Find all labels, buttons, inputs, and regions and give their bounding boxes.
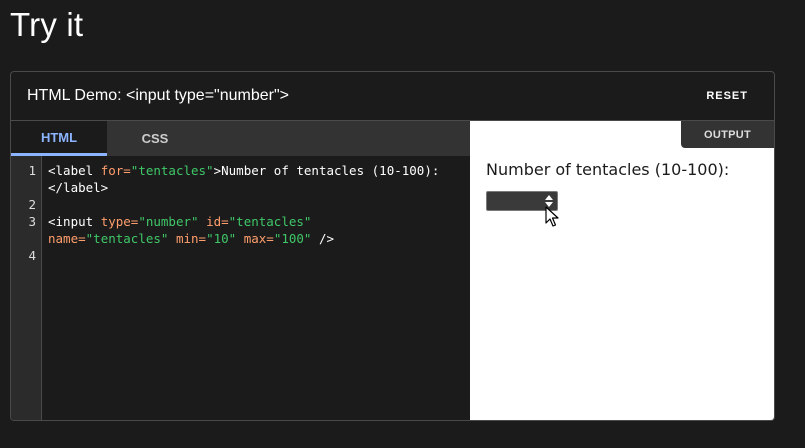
- tab-css[interactable]: CSS: [107, 121, 203, 156]
- code-token: "number": [138, 214, 199, 229]
- page-title: Try it: [10, 6, 84, 43]
- reset-button[interactable]: RESET: [706, 90, 748, 102]
- code-token: <label: [48, 163, 101, 178]
- code-line: </label>: [48, 179, 439, 196]
- code-token: type=: [100, 214, 139, 229]
- code-token: "tentacles": [130, 163, 214, 178]
- code-token: "tentacles": [228, 214, 312, 229]
- code-editor[interactable]: 1 2 3 4 <label for="tentacles">Number of…: [11, 156, 470, 420]
- demo-title: HTML Demo: <input type="number">: [27, 87, 289, 104]
- code-content[interactable]: <label for="tentacles">Number of tentacl…: [42, 156, 439, 420]
- interactive-demo: HTML Demo: <input type="number"> RESET H…: [10, 71, 775, 421]
- output-tab[interactable]: OUTPUT: [681, 121, 774, 148]
- demo-panes: HTML CSS 1 2 3 4 <label for="tentacles">…: [11, 121, 774, 420]
- demo-header: HTML Demo: <input type="number"> RESET: [11, 72, 774, 121]
- code-token: >: [213, 163, 222, 178]
- code-token: "10": [206, 231, 237, 246]
- code-line: <label for="tentacles">Number of tentacl…: [48, 162, 439, 179]
- line-number: 1: [28, 163, 36, 178]
- code-token: <input: [48, 214, 101, 229]
- code-line: <input type="number" id="tentacles": [48, 213, 439, 230]
- line-number: [11, 179, 41, 196]
- code-token: </label>: [48, 180, 109, 195]
- code-token: id=: [206, 214, 229, 229]
- code-token: "tentacles": [85, 231, 169, 246]
- code-token: />: [311, 231, 335, 246]
- line-number: [11, 230, 41, 247]
- editor-tabs: HTML CSS: [11, 121, 470, 156]
- code-token: max=: [243, 231, 274, 246]
- code-line: name="tentacles" min="10" max="100" />: [48, 230, 439, 247]
- line-number: 3: [28, 214, 36, 229]
- mouse-cursor-icon: [545, 206, 559, 227]
- line-number-gutter: 1 2 3 4: [11, 156, 42, 420]
- code-token: Number of tentacles (10-100):: [221, 163, 440, 178]
- code-token: "100": [273, 231, 312, 246]
- code-token: for=: [100, 163, 131, 178]
- tab-html[interactable]: HTML: [11, 121, 107, 156]
- spin-up-icon[interactable]: [545, 195, 553, 200]
- code-token: name=: [48, 231, 86, 246]
- output-pane: OUTPUT Number of tentacles (10-100):: [470, 121, 774, 420]
- line-number: 2: [28, 197, 36, 212]
- tentacles-label: Number of tentacles (10-100):: [486, 160, 730, 179]
- line-number: 4: [28, 248, 36, 263]
- code-token: min=: [175, 231, 207, 246]
- editor-pane: HTML CSS 1 2 3 4 <label for="tentacles">…: [11, 121, 470, 420]
